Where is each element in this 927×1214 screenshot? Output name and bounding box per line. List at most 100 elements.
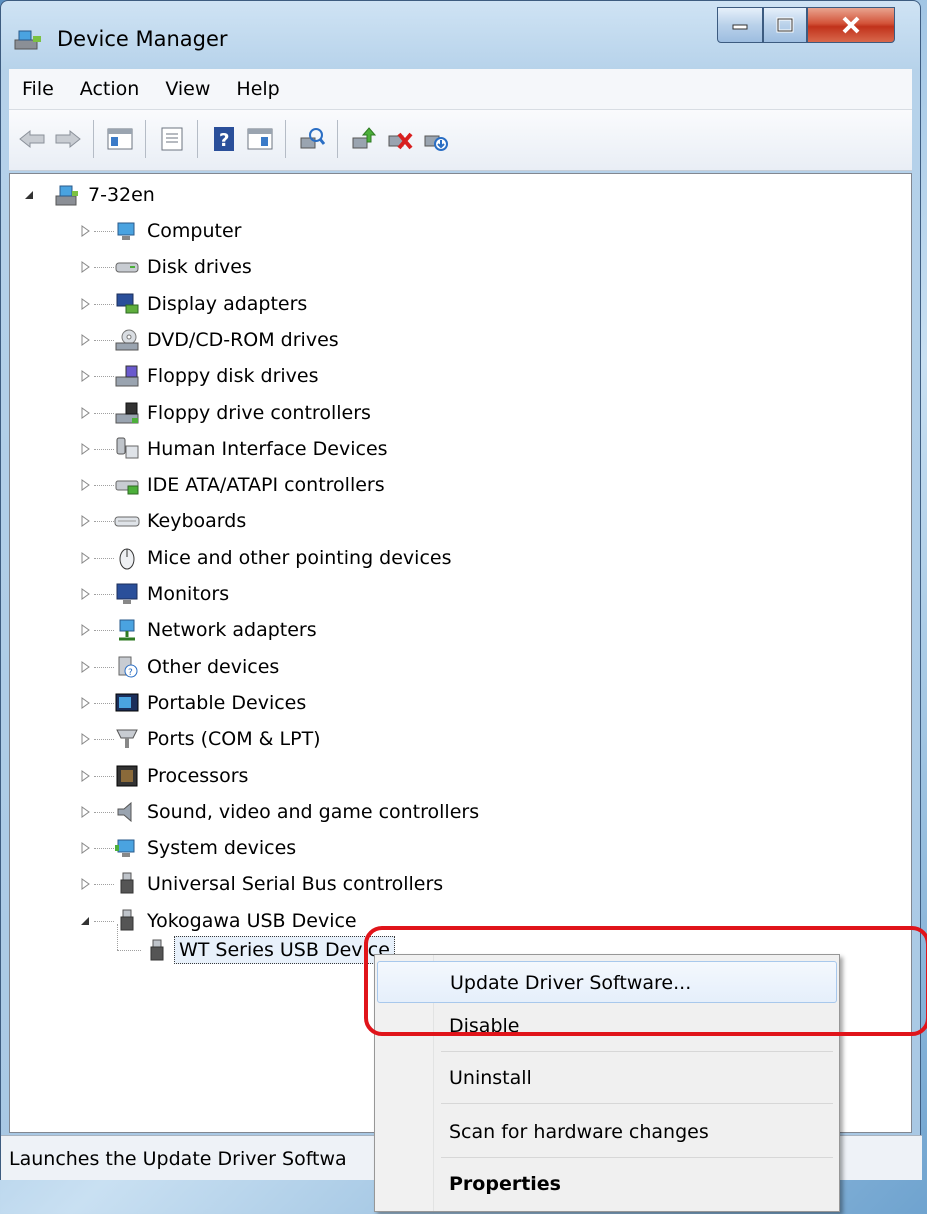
scan-hardware-button[interactable]	[297, 124, 327, 154]
help-icon: ?	[214, 127, 234, 151]
collapse-icon	[25, 191, 33, 199]
system-device-icon	[115, 839, 135, 858]
close-button[interactable]	[807, 7, 895, 43]
expand-icon[interactable]	[78, 877, 92, 891]
tree-line	[94, 594, 114, 595]
tree-line	[94, 376, 114, 378]
tree-line	[94, 448, 114, 450]
tree-category-disk-drives[interactable]: Disk drives	[10, 250, 890, 284]
tree-category-processors[interactable]: Processors	[10, 759, 890, 793]
expand-icon[interactable]	[78, 442, 92, 456]
properties-icon	[161, 127, 183, 151]
monitor-icon	[116, 583, 138, 604]
processor-icon	[116, 765, 138, 786]
tree-line	[94, 412, 114, 414]
floppy-disk-icon	[115, 365, 139, 387]
tree-category-mice[interactable]: Mice and other pointing devices	[10, 541, 890, 575]
expand-icon[interactable]	[78, 660, 92, 674]
svg-text:?: ?	[128, 668, 133, 678]
tree-category-floppy-drive-controllers[interactable]: Floppy drive controllers	[10, 396, 890, 430]
tree-line	[94, 630, 114, 632]
collapse-icon[interactable]	[78, 914, 92, 928]
expand-icon[interactable]	[78, 732, 92, 746]
tree-category-portable-devices[interactable]: Portable Devices	[10, 686, 890, 720]
menu-help[interactable]: Help	[223, 78, 292, 100]
tree-line	[94, 485, 114, 487]
tree-line	[94, 339, 114, 341]
tree-category-dvd-cd-rom-drives[interactable]: DVD/CD-ROM drives	[10, 323, 890, 357]
menu-scan-hardware[interactable]: Scan for hardware changes	[377, 1111, 837, 1153]
expand-icon[interactable]	[78, 224, 92, 238]
tree-category-ide-ata-atapi-controllers[interactable]: IDE ATA/ATAPI controllers	[10, 468, 890, 502]
forward-button[interactable]	[53, 124, 83, 154]
menu-properties[interactable]: Properties	[377, 1163, 837, 1205]
show-action-pane-button[interactable]	[245, 124, 275, 154]
tree-category-human-interface-devices[interactable]: Human Interface Devices	[10, 432, 890, 466]
annotation-highlight	[364, 926, 927, 1036]
tree-category-ports[interactable]: Ports (COM & LPT)	[10, 722, 890, 756]
expand-icon[interactable]	[78, 260, 92, 274]
tree-category-other-devices[interactable]: ? Other devices	[10, 650, 890, 684]
tree-category-label: Universal Serial Bus controllers	[147, 873, 444, 896]
expand-icon[interactable]	[78, 623, 92, 637]
menu-item-label: Properties	[449, 1173, 561, 1195]
help-button[interactable]: ?	[209, 124, 239, 154]
expand-icon[interactable]	[78, 369, 92, 383]
hid-icon	[116, 437, 139, 459]
tree-category-monitors[interactable]: Monitors	[10, 577, 890, 611]
tree-line	[117, 924, 118, 950]
uninstall-button[interactable]	[385, 124, 415, 154]
tree-category-label: DVD/CD-ROM drives	[147, 328, 339, 351]
tree-category-system-devices[interactable]: System devices	[10, 831, 890, 865]
tree-category-sound-video-game-controllers[interactable]: Sound, video and game controllers	[10, 795, 890, 829]
usb-icon	[120, 872, 134, 894]
tree-category-keyboards[interactable]: Keyboards	[10, 504, 890, 538]
menu-bar: File Action View Help	[9, 69, 912, 110]
show-hide-console-tree-button[interactable]	[105, 124, 135, 154]
tree-category-display-adapters[interactable]: Display adapters	[10, 287, 890, 321]
menu-item-label: Uninstall	[449, 1067, 532, 1089]
expand-icon[interactable]	[78, 769, 92, 783]
title-bar[interactable]: Device Manager	[1, 1, 920, 67]
tree-category-network-adapters[interactable]: Network adapters	[10, 613, 890, 647]
expand-icon[interactable]	[78, 406, 92, 420]
menu-view[interactable]: View	[152, 78, 223, 100]
tree-line	[94, 267, 114, 269]
properties-toolbar-button[interactable]	[157, 124, 187, 154]
update-driver-button[interactable]	[349, 124, 379, 154]
expand-icon[interactable]	[78, 841, 92, 855]
tree-root[interactable]: 7-32en	[10, 178, 890, 212]
expand-icon[interactable]	[78, 551, 92, 565]
menu-separator	[441, 1051, 833, 1052]
expand-icon[interactable]	[78, 514, 92, 528]
menu-file[interactable]: File	[9, 78, 67, 100]
menu-action[interactable]: Action	[67, 78, 153, 100]
back-button[interactable]	[17, 124, 47, 154]
tree-category-label: Disk drives	[147, 256, 252, 279]
maximize-button[interactable]	[763, 7, 807, 43]
expand-icon[interactable]	[78, 696, 92, 710]
disable-button[interactable]	[421, 124, 451, 154]
expand-icon[interactable]	[78, 333, 92, 347]
toolbar: ?	[9, 110, 912, 171]
minimize-button[interactable]	[717, 7, 763, 43]
minimize-icon	[732, 24, 748, 30]
back-arrow-icon	[19, 129, 45, 149]
expand-icon[interactable]	[78, 297, 92, 311]
menu-uninstall[interactable]: Uninstall	[377, 1057, 837, 1099]
floppy-controller-icon	[115, 402, 139, 423]
tree-category-computer[interactable]: Computer	[10, 214, 890, 248]
tree-category-floppy-disk-drives[interactable]: Floppy disk drives	[10, 359, 890, 393]
expand-icon[interactable]	[78, 478, 92, 492]
update-driver-icon	[352, 127, 377, 149]
portable-device-icon	[115, 693, 139, 712]
close-icon	[842, 16, 860, 34]
dvd-drive-icon	[115, 329, 139, 351]
tree-child-label: WT Series USB Device	[174, 936, 395, 964]
tree-category-label: Keyboards	[147, 510, 247, 533]
expand-icon[interactable]	[78, 805, 92, 819]
tree-category-usb-controllers[interactable]: Universal Serial Bus controllers	[10, 867, 890, 901]
expand-icon[interactable]	[78, 587, 92, 601]
tree-line	[94, 920, 114, 922]
tree-category-label: Monitors	[147, 583, 230, 605]
